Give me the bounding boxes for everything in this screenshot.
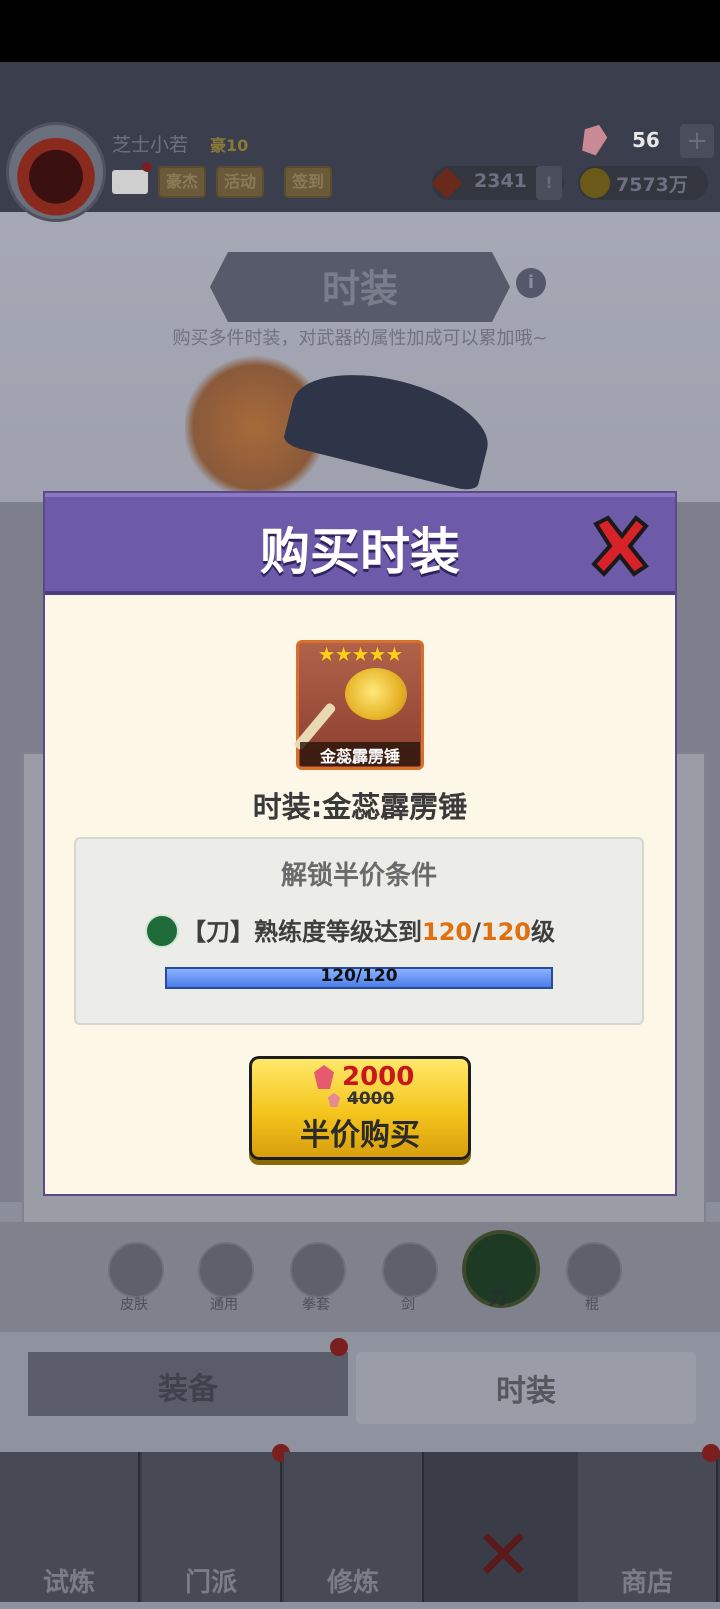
player-level: 豪10 [210,136,249,155]
category-label: 拳套 [302,1297,330,1313]
category-gauntlet-icon[interactable] [290,1242,346,1298]
progress-label: 120/120 [320,966,398,986]
mail-notify-dot [142,162,152,172]
condition-prefix: 【刀】熟练度等级达到 [182,918,422,946]
player-name: 芝士小若 [112,134,189,156]
category-general-icon[interactable] [198,1242,254,1298]
category-label: 剑 [401,1297,415,1313]
item-short-name: 金蕊霹雳锤 [319,747,400,766]
honor-count: 2341 [474,170,527,192]
page-title: 时装 [321,267,398,311]
dialog-title: 购买时装 [260,523,460,581]
condition-suffix: 级 [530,918,555,946]
condition-title: 解锁半价条件 [280,861,437,891]
category-label: 通用 [210,1297,238,1313]
category-label: 棍 [585,1297,599,1313]
hammer-head [345,668,407,720]
category-staff-icon[interactable] [566,1242,622,1298]
info-icon[interactable]: i [516,268,546,298]
tab-equipment-label: 装备 [158,1372,218,1407]
blade-icon [145,914,179,948]
nav-label: 商店 [620,1568,673,1598]
close-button[interactable] [588,512,652,582]
add-gems-button[interactable]: + [680,124,714,158]
condition-target: 120 [480,918,531,946]
close-icon[interactable]: ✕ [474,1514,533,1596]
signin-button[interactable]: 签到 [284,166,333,198]
nav-label: 门派 [184,1568,237,1598]
item-full-name: 时装:金蕊霹雳锤 [252,790,468,824]
buy-button-label: 半价购买 [300,1118,420,1153]
tab-costume-label: 时装 [496,1374,556,1409]
notify-dot [330,1338,348,1356]
mail-icon[interactable] [112,170,148,194]
notify-dot [702,1444,720,1462]
coin-icon [580,168,610,198]
condition-current: 120 [422,918,473,946]
page-subtitle: 购买多件时装，对武器的属性加成可以累加哦~ [172,328,548,349]
hero-button[interactable]: 豪杰 [158,166,207,198]
player-avatar[interactable] [6,122,106,222]
category-label: 刀 [489,1288,507,1309]
rarity-stars: ★★★★★ [317,642,404,666]
activity-button[interactable]: 活动 [216,166,265,198]
discount-price: 2000 [342,1062,415,1092]
coin-count: 7573万 [616,174,688,196]
original-price: 4000 [347,1089,395,1109]
nav-label: 修炼 [326,1568,379,1598]
category-skin-icon[interactable] [108,1242,164,1298]
gem-count: 56 [632,128,660,152]
close-icon [591,515,649,577]
condition-slash: / [472,918,481,946]
condition-text: 【刀】熟练度等级达到120/120级 [182,912,555,947]
nav-label: 试炼 [42,1568,95,1598]
category-label: 皮肤 [120,1297,148,1313]
category-sword-icon[interactable] [382,1242,438,1298]
honor-info-button[interactable]: ! [536,166,562,200]
